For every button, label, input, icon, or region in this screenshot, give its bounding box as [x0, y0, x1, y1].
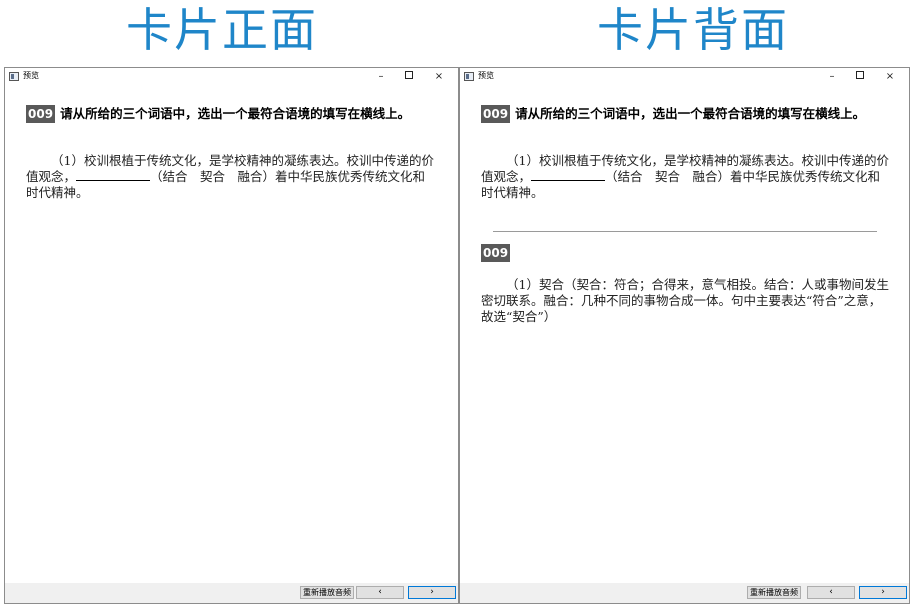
question-sentence: （1）校训根植于传统文化，是学校精神的凝练表达。校训中传递的价值观念， （结合 契…	[26, 153, 436, 201]
answer-content: （1）契合（契合：符合；合得来，意气相投。结合：人或事物间发生密切联系。融合：几…	[481, 277, 889, 324]
maximize-icon	[856, 71, 864, 79]
front-label: 卡片正面	[126, 3, 318, 57]
app-icon	[9, 72, 19, 81]
card-number-badge: 009	[26, 105, 56, 123]
app-icon	[464, 72, 474, 81]
question-heading: 009 请从所给的三个词语中，选出一个最符合语境的填写在横线上。	[26, 105, 436, 123]
preview-window-back: 预览 – × 009 请从所给的三个词语中，选出一个最符合语境的填写在横线上。 （…	[459, 67, 910, 604]
replay-audio-button[interactable]: 重新播放音频	[747, 586, 801, 599]
card-content: 009 请从所给的三个词语中，选出一个最符合语境的填写在横线上。 （1）校训根植于…	[460, 85, 909, 583]
replay-audio-button[interactable]: 重新播放音频	[300, 586, 354, 599]
maximize-button[interactable]	[396, 68, 422, 85]
question-heading: 009 请从所给的三个词语中，选出一个最符合语境的填写在横线上。	[481, 105, 891, 123]
next-button[interactable]: ›	[408, 586, 456, 599]
card-number-badge: 009	[481, 105, 511, 123]
answer-number-badge: 009	[481, 244, 511, 262]
maximize-button[interactable]	[847, 68, 873, 85]
minimize-button[interactable]: –	[819, 68, 845, 85]
close-button[interactable]: ×	[426, 68, 452, 85]
preview-window-front: 预览 – × 009 请从所给的三个词语中，选出一个最符合语境的填写在横线上。 （…	[4, 67, 459, 604]
window-title: 预览	[23, 71, 39, 80]
next-button[interactable]: ›	[859, 586, 907, 599]
question-text: 请从所给的三个词语中，选出一个最符合语境的填写在横线上。	[515, 106, 866, 121]
maximize-icon	[405, 71, 413, 79]
card-content: 009 请从所给的三个词语中，选出一个最符合语境的填写在横线上。 （1）校训根植于…	[5, 85, 458, 583]
answer-blank	[76, 169, 151, 181]
previous-button[interactable]: ‹	[807, 586, 855, 599]
question-text: 请从所给的三个词语中，选出一个最符合语境的填写在横线上。	[60, 106, 411, 121]
previous-button[interactable]: ‹	[356, 586, 404, 599]
question-sentence: （1）校训根植于传统文化，是学校精神的凝练表达。校训中传递的价值观念， （结合 契…	[481, 153, 891, 201]
title-bar[interactable]: 预览 – ×	[460, 68, 909, 85]
minimize-button[interactable]: –	[368, 68, 394, 85]
answer-text: （1）契合（契合：符合；合得来，意气相投。结合：人或事物间发生密切联系。融合：几…	[481, 277, 891, 325]
close-button[interactable]: ×	[877, 68, 903, 85]
answer-blank	[531, 169, 606, 181]
bottom-toolbar: 重新播放音频 ‹ ›	[460, 583, 909, 603]
title-bar[interactable]: 预览 – ×	[5, 68, 458, 85]
window-title: 预览	[478, 71, 494, 80]
bottom-toolbar: 重新播放音频 ‹ ›	[5, 583, 458, 603]
back-label: 卡片背面	[597, 3, 789, 57]
answer-divider	[493, 231, 877, 232]
